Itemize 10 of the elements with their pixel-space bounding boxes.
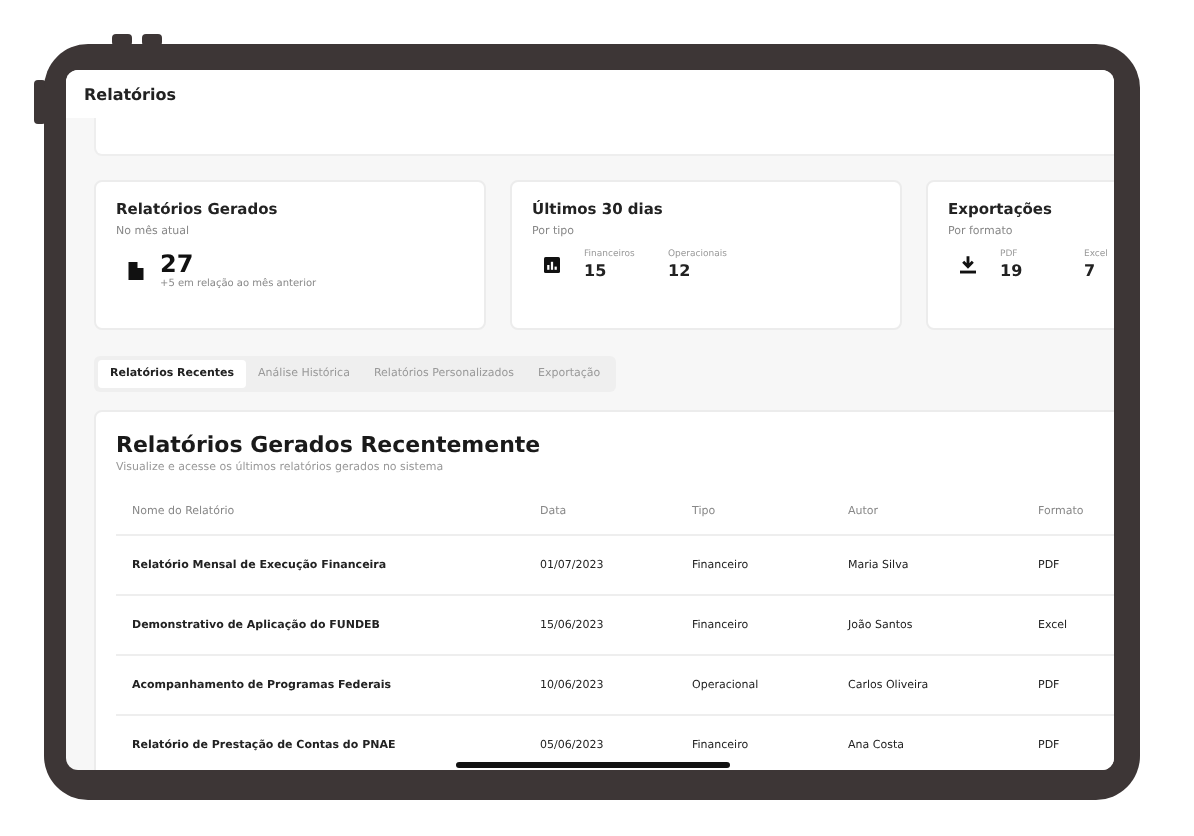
bar-chart-icon	[544, 256, 560, 274]
document-icon	[128, 261, 144, 279]
stat-value: 27	[160, 250, 196, 278]
metric-value: 12	[668, 262, 693, 280]
window-title: Relatórios	[84, 85, 176, 103]
metric-value: 7	[1084, 262, 1098, 280]
download-icon	[960, 256, 976, 274]
metric-value: 15	[584, 262, 609, 280]
section-title: Relatórios Gerados Recentemente	[116, 432, 543, 458]
metric-value: 19	[1000, 262, 1025, 280]
